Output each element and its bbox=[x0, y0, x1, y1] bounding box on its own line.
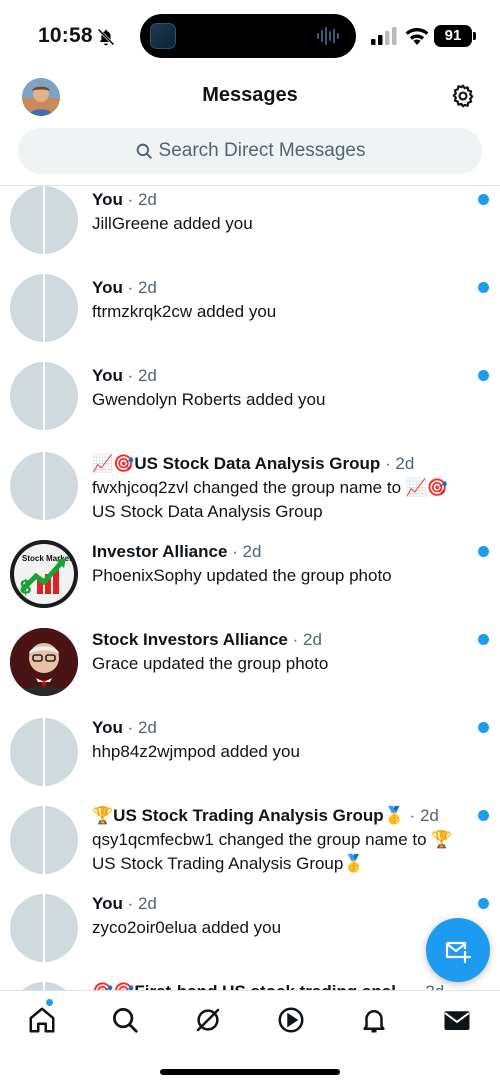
mail-icon[interactable] bbox=[442, 1005, 472, 1035]
conversation-time: 2d bbox=[303, 630, 322, 649]
dynamic-island bbox=[140, 14, 356, 58]
audio-wave-icon bbox=[317, 27, 339, 45]
conversation-time: 2d bbox=[137, 278, 157, 297]
conversation-time: 2d bbox=[395, 454, 415, 473]
play-icon[interactable] bbox=[276, 1005, 306, 1035]
avatar bbox=[10, 274, 78, 342]
conversation-name: First-hand US stock trading anal... bbox=[134, 982, 410, 990]
search-icon bbox=[136, 143, 152, 159]
grok-icon[interactable] bbox=[193, 1005, 223, 1035]
conversation-time: 2d bbox=[419, 806, 439, 825]
avatar bbox=[10, 894, 78, 962]
battery-tip bbox=[473, 32, 476, 40]
status-time: 10:58 bbox=[38, 24, 93, 47]
avatar: Stock Market $ bbox=[10, 540, 78, 608]
conversation-preview: fwxhjcoq2zvl changed the group name to 📈… bbox=[92, 478, 449, 521]
live-activity-app-icon bbox=[150, 23, 176, 49]
new-message-icon bbox=[445, 941, 472, 964]
conversation-name: You bbox=[92, 190, 123, 209]
conversation-time: 2d bbox=[137, 190, 157, 209]
wifi-icon bbox=[405, 28, 429, 45]
conversation-time: 2d bbox=[137, 894, 157, 913]
group-emoji: 📈🎯 bbox=[92, 454, 135, 474]
conversation-item[interactable]: Stock Market $ Investor Alliance · 2d Ph… bbox=[0, 538, 500, 626]
conversation-item[interactable]: You · 2d zyco2oir0elua added you bbox=[0, 890, 500, 978]
conversation-name: You bbox=[92, 366, 123, 385]
home-icon[interactable] bbox=[27, 1005, 57, 1035]
conversation-header: You · 2d bbox=[92, 190, 157, 209]
conversation-preview: ftrmzkrqk2cw added you bbox=[92, 302, 277, 321]
conversation-list: You · 2d JillGreene added you You · 2d f… bbox=[0, 186, 500, 990]
conversation-time: 2d bbox=[137, 718, 157, 737]
conversation-header: You · 2d bbox=[92, 894, 157, 913]
conversation-preview: Gwendolyn Roberts added you bbox=[92, 390, 326, 409]
group-emoji: 🏆 bbox=[92, 806, 114, 826]
avatar bbox=[10, 806, 78, 874]
header: Messages bbox=[0, 72, 500, 122]
conversation-preview: PhoenixSophy updated the group photo bbox=[92, 566, 392, 585]
svg-text:$: $ bbox=[20, 577, 31, 599]
unread-dot bbox=[478, 810, 489, 821]
conversation-item[interactable]: 🎯🎯First-hand US stock trading anal... · … bbox=[0, 978, 500, 990]
search-placeholder: Search Direct Messages bbox=[158, 140, 366, 161]
conversation-item[interactable]: You · 2d JillGreene added you bbox=[0, 186, 500, 274]
battery-icon: 91 bbox=[434, 25, 472, 47]
conversation-item[interactable]: You · 2d Gwendolyn Roberts added you bbox=[0, 362, 500, 450]
search-icon[interactable] bbox=[110, 1005, 140, 1035]
conversation-time: 2d bbox=[242, 542, 262, 561]
page-title: Messages bbox=[202, 84, 298, 106]
conversation-header: You · 2d bbox=[92, 366, 157, 385]
conversation-header: 🎯🎯First-hand US stock trading anal... · … bbox=[92, 982, 444, 990]
conversation-name: US Stock Data Analysis Group bbox=[134, 454, 381, 473]
home-indicator bbox=[160, 1069, 340, 1075]
bell-icon[interactable] bbox=[359, 1005, 389, 1035]
unread-dot bbox=[478, 282, 489, 293]
conversation-preview: JillGreene added you bbox=[92, 214, 253, 233]
conversation-time: 2d bbox=[425, 982, 444, 990]
bottom-nav bbox=[0, 991, 500, 1085]
conversation-header: You · 2d bbox=[92, 718, 157, 737]
conversation-item[interactable]: Stock Investors Alliance · 2d Grace upda… bbox=[0, 626, 500, 714]
unread-dot bbox=[478, 546, 489, 557]
avatar bbox=[10, 362, 78, 430]
avatar bbox=[10, 718, 78, 786]
conversation-header: You · 2d bbox=[92, 278, 157, 297]
avatar bbox=[10, 186, 78, 254]
conversation-name: You bbox=[92, 278, 123, 297]
gear-icon[interactable] bbox=[450, 83, 476, 109]
notification-dot bbox=[46, 999, 53, 1006]
conversation-preview: zyco2oir0elua added you bbox=[92, 918, 282, 937]
unread-dot bbox=[478, 722, 489, 733]
conversation-item[interactable]: 🏆US Stock Trading Analysis Group🥇 · 2d q… bbox=[0, 802, 500, 890]
conversation-time: 2d bbox=[137, 366, 157, 385]
unread-dot bbox=[478, 898, 489, 909]
unread-dot bbox=[478, 194, 489, 205]
signal-icon bbox=[371, 27, 397, 45]
conversation-name: Stock Investors Alliance bbox=[92, 630, 288, 649]
conversation-name: US Stock Trading Analysis Group🥇 bbox=[113, 806, 405, 825]
conversation-name: You bbox=[92, 894, 123, 913]
new-message-button[interactable] bbox=[426, 918, 490, 982]
avatar bbox=[10, 452, 78, 520]
conversation-header: Stock Investors Alliance · 2d bbox=[92, 630, 322, 649]
conversation-item[interactable]: 📈🎯US Stock Data Analysis Group · 2d fwxh… bbox=[0, 450, 500, 538]
unread-dot bbox=[478, 634, 489, 645]
group-emoji: 🎯🎯 bbox=[92, 982, 134, 990]
conversation-preview: hhp84z2wjmpod added you bbox=[92, 742, 300, 761]
status-bar: 10:58 91 bbox=[0, 0, 500, 72]
unread-dot bbox=[478, 370, 489, 381]
search-input[interactable]: Search Direct Messages bbox=[18, 128, 482, 174]
conversation-item[interactable]: You · 2d hhp84z2wjmpod added you bbox=[0, 714, 500, 802]
conversation-item[interactable]: You · 2d ftrmzkrqk2cw added you bbox=[0, 274, 500, 362]
conversation-preview: qsy1qcmfecbw1 changed the group name to … bbox=[92, 830, 453, 873]
conversation-name: You bbox=[92, 718, 123, 737]
conversation-preview: Grace updated the group photo bbox=[92, 654, 329, 673]
conversation-header: 🏆US Stock Trading Analysis Group🥇 · 2d bbox=[92, 806, 439, 826]
bell-off-icon bbox=[97, 28, 115, 46]
avatar bbox=[10, 628, 78, 696]
avatar bbox=[10, 982, 78, 990]
conversation-header: 📈🎯US Stock Data Analysis Group · 2d bbox=[92, 454, 415, 474]
conversation-header: Investor Alliance · 2d bbox=[92, 542, 262, 561]
conversation-name: Investor Alliance bbox=[92, 542, 228, 561]
